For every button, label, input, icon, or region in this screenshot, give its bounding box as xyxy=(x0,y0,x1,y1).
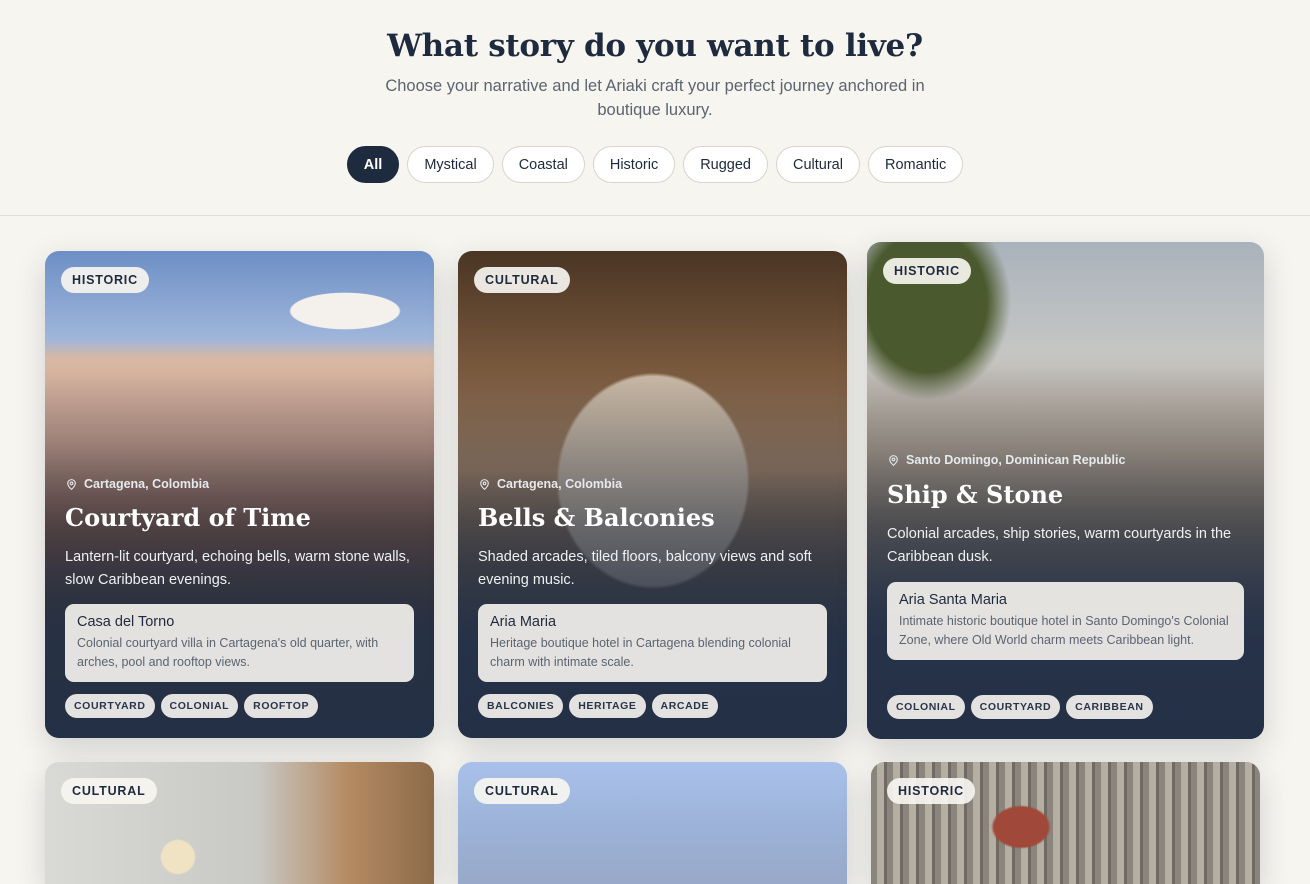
card-description: Colonial arcades, ship stories, warm cou… xyxy=(887,526,1232,565)
category-badge: HISTORIC xyxy=(887,778,975,804)
tag: BALCONIES xyxy=(478,694,564,718)
tag: COURTYARD xyxy=(65,694,155,718)
page-title: What story do you want to live? xyxy=(387,28,923,64)
map-pin-icon xyxy=(480,478,489,490)
tag: ARCADE xyxy=(651,694,719,718)
map-pin-icon xyxy=(67,478,76,490)
card-title: Bells & Balconies xyxy=(478,503,715,532)
tag-list: COURTYARD COLONIAL ROOFTOP xyxy=(65,694,319,718)
story-card[interactable]: HISTORIC Cartagena, Colombia Courtyard o… xyxy=(45,251,434,738)
tag-list: COLONIAL COURTYARD CARIBBEAN xyxy=(887,695,1153,719)
location-label: Santo Domingo, Dominican Republic xyxy=(906,453,1126,467)
tag: CARIBBEAN xyxy=(1066,695,1153,719)
card-description: Lantern-lit courtyard, echoing bells, wa… xyxy=(65,549,410,588)
hotel-box[interactable]: Aria Maria Heritage boutique hotel in Ca… xyxy=(478,604,827,682)
page-subtitle: Choose your narrative and let Ariaki cra… xyxy=(385,77,925,119)
story-card[interactable]: CULTURAL xyxy=(458,762,847,884)
category-badge: HISTORIC xyxy=(883,258,971,284)
category-badge: HISTORIC xyxy=(61,267,149,293)
location: Cartagena, Colombia xyxy=(478,477,622,491)
filter-bar: All Mystical Coastal Historic Rugged Cul… xyxy=(0,146,1310,183)
hotel-description: Intimate historic boutique hotel in Sant… xyxy=(899,614,1229,647)
tag: ROOFTOP xyxy=(244,694,319,718)
story-card[interactable]: CULTURAL xyxy=(45,762,434,884)
category-badge: CULTURAL xyxy=(474,778,570,804)
hotel-name: Aria Maria xyxy=(490,614,557,630)
tag: COURTYARD xyxy=(970,695,1061,719)
filter-all[interactable]: All xyxy=(346,146,400,183)
location: Santo Domingo, Dominican Republic xyxy=(887,453,1125,467)
card-description: Shaded arcades, tiled floors, balcony vi… xyxy=(478,549,812,588)
category-badge: CULTURAL xyxy=(474,267,570,293)
hotel-description: Heritage boutique hotel in Cartagena ble… xyxy=(490,636,791,669)
tag: COLONIAL xyxy=(160,694,239,718)
hotel-box[interactable]: Aria Santa Maria Intimate historic bouti… xyxy=(887,582,1244,660)
filter-historic[interactable]: Historic xyxy=(592,146,676,183)
hotel-name: Casa del Torno xyxy=(77,614,175,630)
filter-mystical[interactable]: Mystical xyxy=(407,146,494,183)
filter-romantic[interactable]: Romantic xyxy=(867,146,964,183)
story-card[interactable]: CULTURAL Cartagena, Colombia Bells & Bal… xyxy=(458,251,847,738)
hotel-name: Aria Santa Maria xyxy=(899,592,1007,608)
category-badge: CULTURAL xyxy=(61,778,157,804)
hotel-box[interactable]: Casa del Torno Colonial courtyard villa … xyxy=(65,604,414,682)
filter-rugged[interactable]: Rugged xyxy=(683,146,768,183)
story-card[interactable]: HISTORIC xyxy=(871,762,1260,884)
tag: COLONIAL xyxy=(887,695,965,719)
location-label: Cartagena, Colombia xyxy=(84,477,210,491)
tag: HERITAGE xyxy=(569,694,646,718)
tag-list: BALCONIES HERITAGE ARCADE xyxy=(478,694,719,718)
map-pin-icon xyxy=(889,454,898,466)
page-header: What story do you want to live? Choose y… xyxy=(0,0,1310,216)
card-title: Ship & Stone xyxy=(887,480,1064,509)
filter-coastal[interactable]: Coastal xyxy=(501,146,585,183)
filter-cultural[interactable]: Cultural xyxy=(776,146,860,183)
card-title: Courtyard of Time xyxy=(65,503,311,532)
hotel-description: Colonial courtyard villa in Cartagena's … xyxy=(77,636,379,669)
story-card[interactable]: HISTORIC Santo Domingo, Dominican Republ… xyxy=(867,242,1264,739)
location: Cartagena, Colombia xyxy=(65,477,209,491)
location-label: Cartagena, Colombia xyxy=(497,477,623,491)
